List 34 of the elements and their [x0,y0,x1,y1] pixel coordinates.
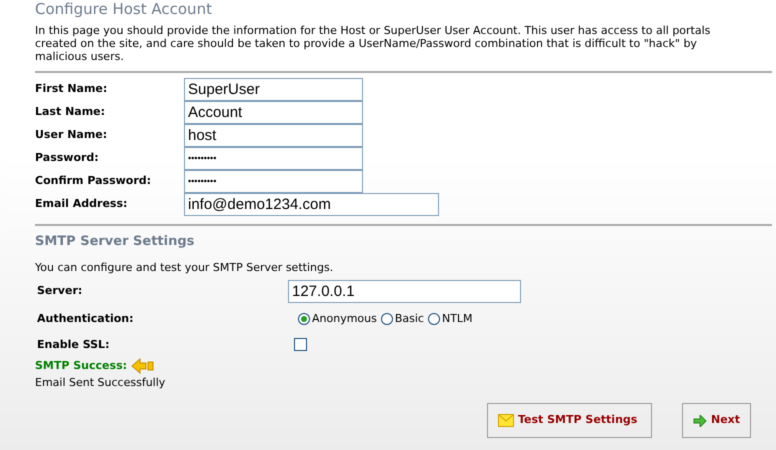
password-field[interactable]: ••••••••• [184,170,363,193]
input-field[interactable]: Account [184,101,363,124]
field-label: Confirm Password: [35,173,152,190]
success-title: SMTP Success: [35,358,128,374]
field-label: First Name: [35,81,108,98]
field-label: Password: [35,150,100,166]
field-label: Server: [37,283,84,300]
input-field[interactable]: host [184,124,363,147]
section-description: You can configure and test your SMTP Server settings. [35,260,334,276]
next-button[interactable]: Next [682,403,752,438]
radio-label[interactable]: Basic [394,311,424,328]
envelope-icon [498,414,514,427]
test-smtp-button[interactable]: Test SMTP Settings [487,403,652,438]
arrow-icon [693,414,707,426]
field-label: User Name: [35,127,108,144]
page-title: Configure Host Account [35,0,213,18]
arrow-icon [131,358,156,374]
radio-button[interactable] [428,313,440,326]
radio-button[interactable] [380,313,393,326]
intro-text: In this page you should provide the information for the Host or SuperUser User Account. This user has access to all portals created on the site, and care should be taken to provide a UserName/Password combination that is difficult to "hack" by malicious users. [35,24,712,63]
field-label: Email Address: [35,196,128,212]
radio-button[interactable] [298,313,310,326]
field-label: Enable SSL: [37,336,110,352]
success-message: Email Sent Successfully [35,374,166,390]
input-field[interactable]: SuperUser [184,78,363,101]
input-field[interactable]: 127.0.0.1 [288,280,521,303]
radio-label[interactable]: Anonymous [312,311,377,328]
section-heading: SMTP Server Settings [35,233,196,251]
radio-label[interactable]: NTLM [442,311,473,328]
input-field[interactable]: info@demo1234.com [184,193,439,216]
checkbox[interactable] [294,338,307,352]
field-label: Last Name: [35,104,106,120]
password-field[interactable]: ••••••••• [184,147,363,170]
field-label: Authentication: [37,311,135,327]
